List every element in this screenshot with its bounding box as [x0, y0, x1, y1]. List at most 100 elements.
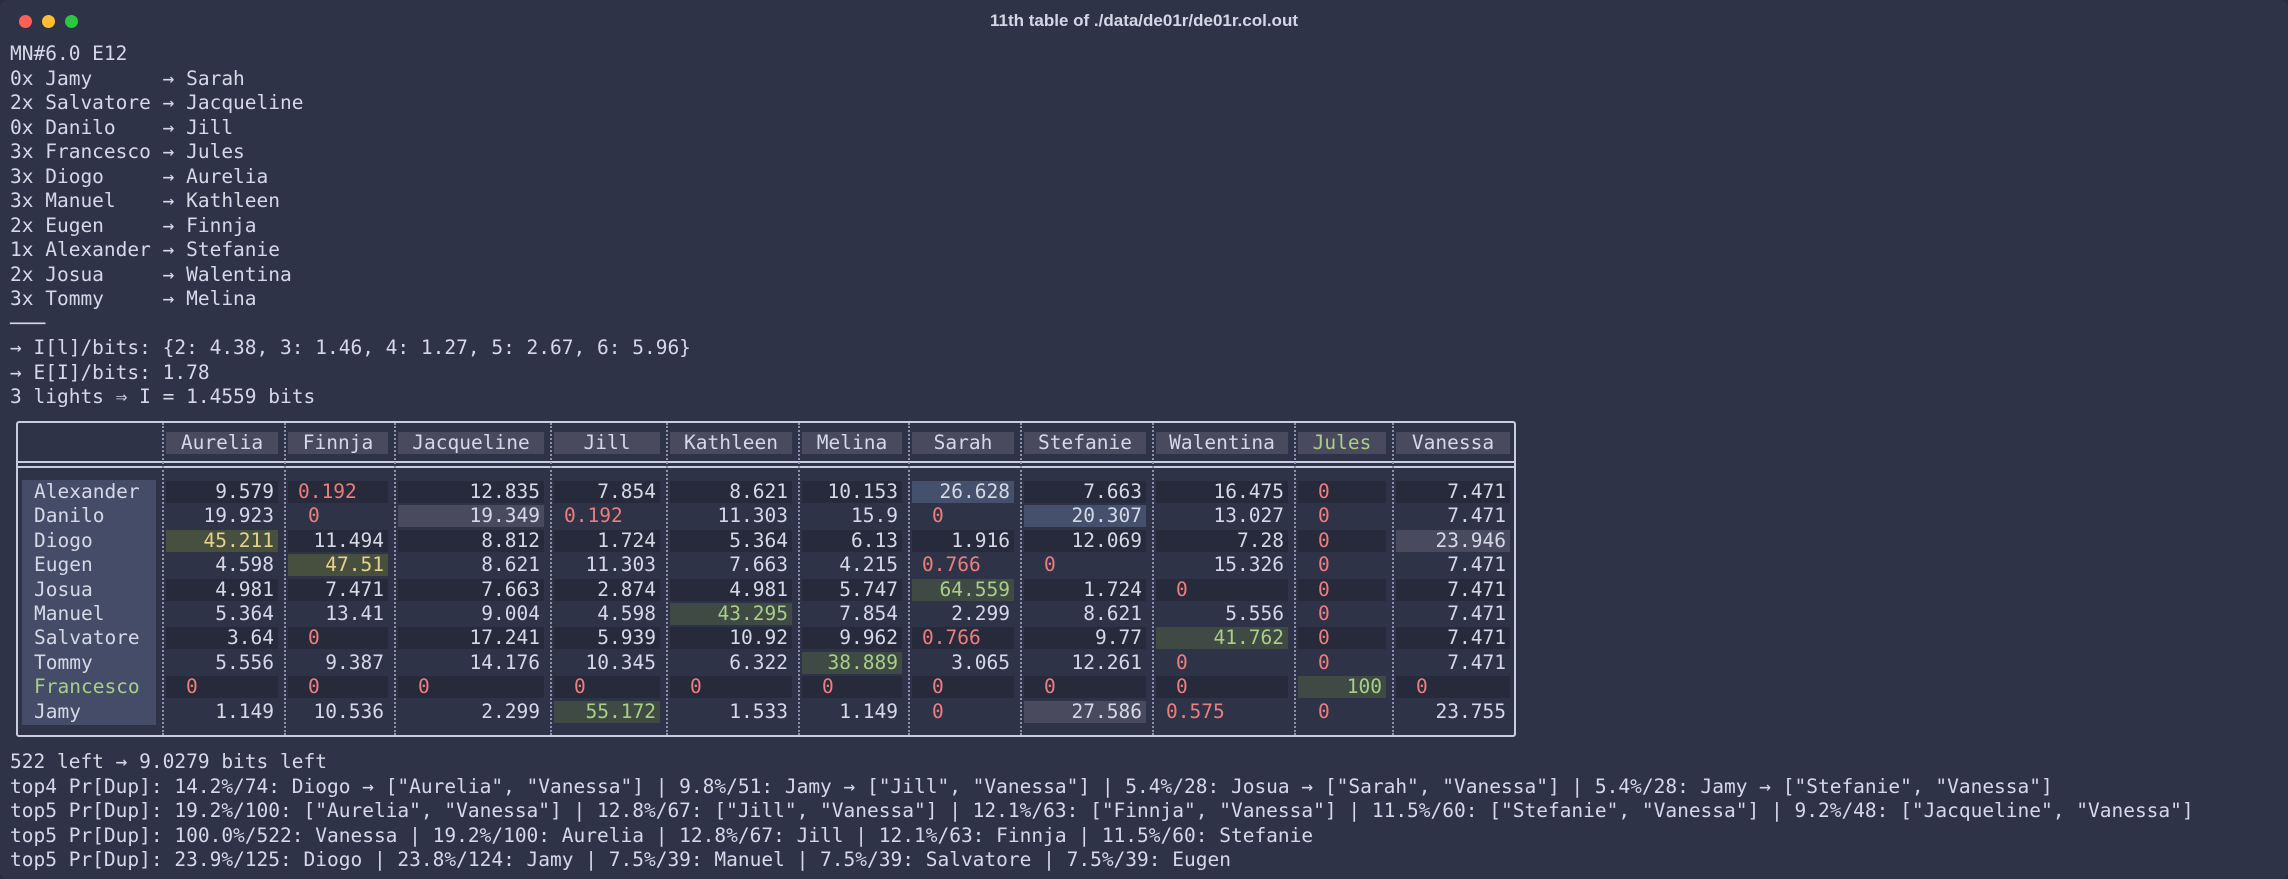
table-cell: 10.92: [670, 627, 792, 650]
column-header-melina: Melina: [802, 432, 902, 454]
table-cell: 0: [1318, 504, 1330, 528]
terminal-line: → I[l]/bits: {2: 4.38, 3: 1.46, 4: 1.27,…: [10, 336, 691, 359]
column-separator: [908, 423, 910, 735]
terminal-line: ───: [10, 311, 46, 335]
table-cell: 1.724: [1024, 578, 1146, 601]
table-cell: 8.621: [481, 553, 540, 577]
table-cell: 0: [308, 504, 320, 528]
table-cell: 5.364: [215, 602, 274, 625]
table-cell: 0: [1318, 650, 1330, 674]
terminal-line: 3x Tommy → Melina: [10, 287, 257, 310]
table-cell: 38.889: [802, 651, 902, 674]
terminal-line: 522 left → 9.0279 bits left: [10, 750, 327, 773]
table-cell: 11.494: [288, 529, 388, 552]
terminal-line: 2x Eugen → Finnja: [10, 213, 257, 237]
table-cell: 47.51: [288, 554, 388, 577]
column-header-stefanie: Stefanie: [1024, 432, 1146, 454]
table-cell: 2.299: [481, 699, 540, 723]
table-cell: 7.471: [1447, 650, 1506, 674]
table-cell: 0: [802, 676, 902, 699]
table-cell: 55.172: [554, 700, 660, 723]
table-cell: 64.559: [912, 578, 1014, 601]
title-bar: 11th table of ./data/de01r/de01r.col.out: [0, 0, 2288, 40]
table-cell: 9.004: [481, 602, 540, 625]
table-cell: 7.663: [729, 553, 788, 577]
table-cell: 43.295: [670, 603, 792, 625]
column-separator: [162, 423, 164, 735]
table-cell: 14.176: [469, 650, 540, 674]
table-cell: 12.835: [398, 481, 544, 503]
table-cell: 0: [398, 676, 544, 699]
table-header-rule: [16, 461, 1516, 463]
table-cell: 15.326: [1213, 553, 1284, 577]
table-cell: 7.663: [398, 578, 544, 601]
column-separator: [284, 423, 286, 735]
terminal-line: 1x Alexander → Stefanie: [10, 238, 281, 261]
table-cell: 0: [1176, 650, 1188, 674]
terminal-line: 3x Francesco → Jules: [10, 140, 245, 163]
row-header-salvatore: Salvatore: [34, 626, 140, 650]
table-cell: 4.598: [597, 602, 656, 625]
column-header-kathleen: Kathleen: [670, 432, 792, 454]
table-cell: 7.28: [1156, 529, 1288, 552]
table-cell: 2.299: [951, 602, 1010, 625]
table-cell: 16.475: [1156, 481, 1288, 503]
column-separator: [1020, 423, 1022, 735]
column-header-aurelia: Aurelia: [166, 432, 278, 454]
table-cell: 8.812: [398, 529, 544, 552]
table-cell: 0: [554, 676, 660, 699]
table-cell: 8.621: [670, 481, 792, 503]
terminal-line: 0x Jamy → Sarah: [10, 66, 245, 90]
row-header-diogo: Diogo: [34, 528, 93, 552]
table-cell: 0.766: [912, 627, 1014, 650]
table-cell: 9.387: [325, 650, 384, 674]
table-cell: 7.471: [1447, 504, 1506, 528]
table-cell: 0: [166, 676, 278, 699]
table-cell: 0: [1044, 553, 1056, 577]
table-cell: 15.9: [851, 504, 898, 528]
table-cell: 1.149: [215, 699, 274, 723]
column-header-jules: Jules: [1298, 432, 1386, 454]
table-cell: 23.755: [1435, 699, 1506, 723]
table-cell: 12.069: [1024, 529, 1146, 552]
column-header-vanessa: Vanessa: [1396, 432, 1510, 454]
table-cell: 13.41: [325, 602, 384, 625]
table-cell: 10.153: [802, 481, 902, 503]
table-cell: 5.939: [554, 627, 660, 650]
terminal-line: top5 Pr[Dup]: 23.9%/125: Diogo | 23.8%/1…: [10, 848, 1231, 871]
table-cell: 45.211: [166, 529, 278, 552]
table-cell: 0.192: [564, 504, 623, 528]
table-cell: 3.64: [166, 627, 278, 650]
terminal-line: MN#6.0 E12: [10, 42, 128, 65]
table-cell: 9.962: [802, 627, 902, 650]
terminal-line: 0x Danilo → Jill: [10, 115, 234, 139]
table-cell: 4.598: [215, 553, 274, 577]
column-separator: [798, 423, 800, 735]
column-separator: [666, 423, 668, 735]
terminal-line: 3 lights ⇒ I = 1.4559 bits: [10, 385, 316, 408]
table-cell: 0: [288, 627, 388, 650]
table-cell: 0: [1298, 481, 1386, 503]
table-cell: 7.854: [839, 602, 898, 625]
table-cell: 41.762: [1156, 627, 1288, 650]
table-cell: 0: [1396, 676, 1510, 699]
table-cell: 1.149: [839, 699, 898, 723]
row-header-tommy: Tommy: [34, 650, 93, 674]
table-cell: 0: [1318, 602, 1330, 625]
table-cell: 0.575: [1166, 699, 1225, 723]
row-header-alexander: Alexander: [34, 480, 140, 503]
table-cell: 0: [670, 676, 792, 699]
row-header-danilo: Danilo: [34, 504, 105, 528]
table-cell: 0: [1298, 578, 1386, 601]
terminal-line: top5 Pr[Dup]: 19.2%/100: ["Aurelia", "Va…: [10, 799, 2194, 822]
table-cell: 5.556: [215, 650, 274, 674]
table-cell: 19.349: [398, 505, 544, 528]
column-separator: [1152, 423, 1154, 735]
table-cell: 0: [288, 676, 388, 699]
row-header-francesco: Francesco: [34, 675, 140, 699]
table-cell: 0: [1298, 529, 1386, 552]
table-cell: 9.77: [1024, 627, 1146, 650]
table-header-rule: [16, 466, 1516, 468]
column-separator: [550, 423, 552, 735]
table-cell: 2.874: [554, 578, 660, 601]
